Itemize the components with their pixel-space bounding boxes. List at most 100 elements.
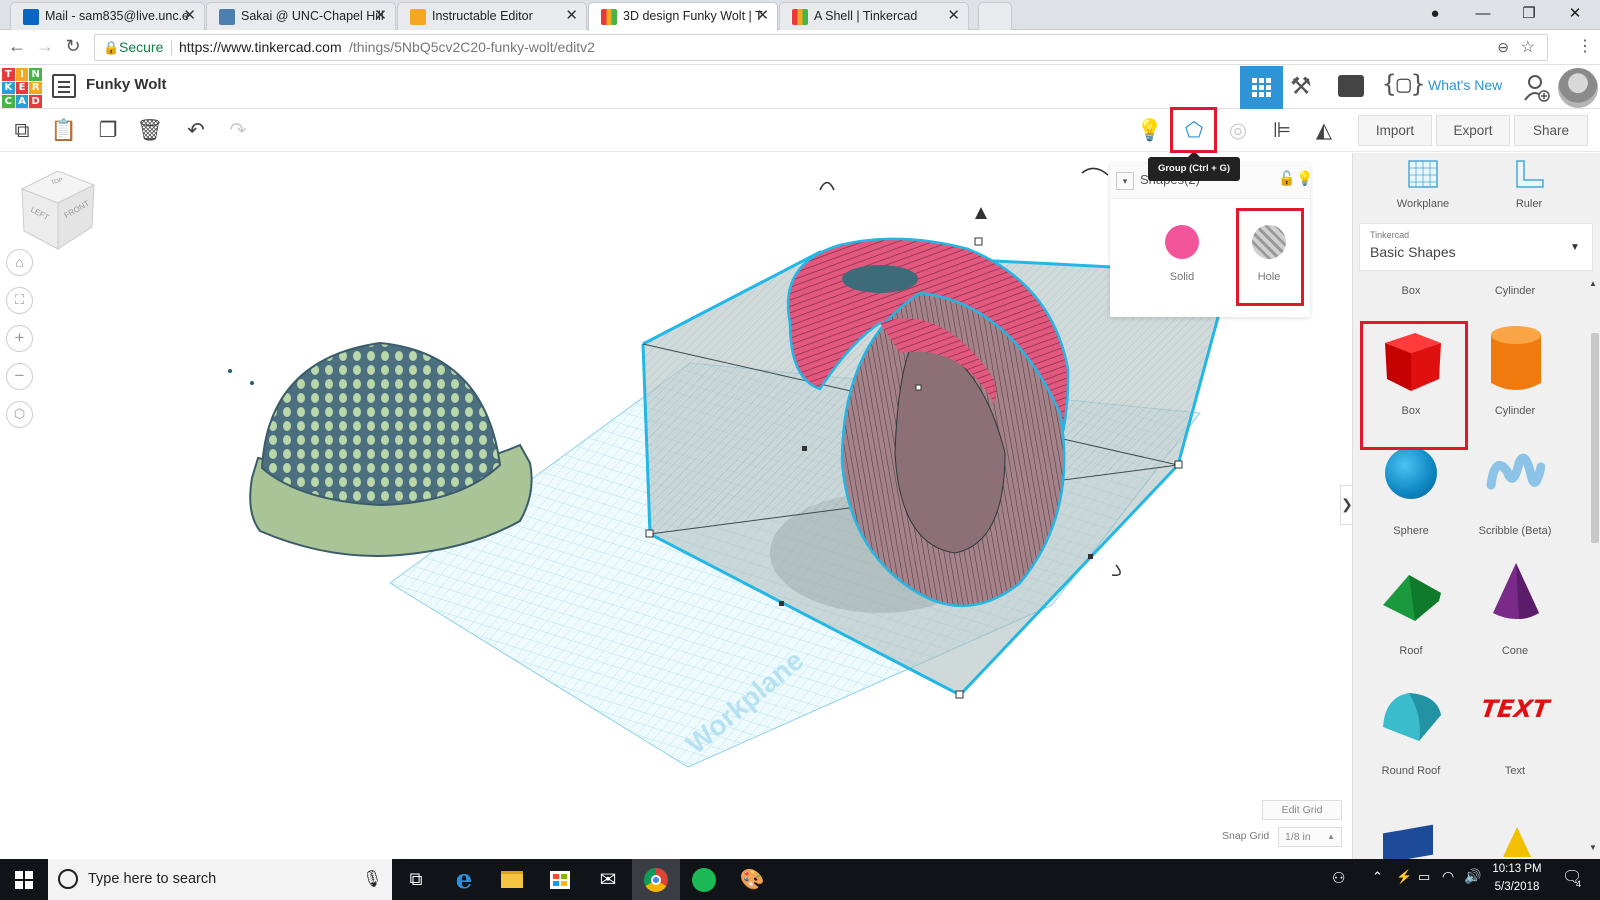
profile-icon[interactable]: ● bbox=[1412, 0, 1458, 28]
forward-icon[interactable]: → bbox=[34, 36, 56, 57]
file-explorer-icon[interactable] bbox=[488, 859, 536, 900]
minimize-button[interactable]: — bbox=[1460, 0, 1506, 28]
shape-box-partial[interactable]: Box bbox=[1361, 275, 1461, 313]
edge-handle[interactable] bbox=[802, 446, 807, 451]
align-icon[interactable]: ⊫ bbox=[1266, 116, 1298, 146]
solid-swatch[interactable] bbox=[1165, 225, 1199, 259]
lift-arrow-icon[interactable] bbox=[975, 207, 987, 219]
export-button[interactable]: Export bbox=[1436, 115, 1510, 146]
scroll-down-icon[interactable]: ▼ bbox=[1589, 843, 1599, 853]
new-tab-button[interactable] bbox=[978, 2, 1012, 30]
copy-icon[interactable]: ⧉ bbox=[6, 116, 38, 146]
close-tab-icon[interactable]: ✕ bbox=[756, 3, 769, 29]
shape-round-roof[interactable]: Round Roof bbox=[1361, 675, 1461, 793]
close-tab-icon[interactable]: ✕ bbox=[565, 3, 578, 29]
shape-cylinder-partial[interactable]: Cylinder bbox=[1465, 275, 1565, 313]
zoom-icon[interactable]: ⊖ bbox=[1497, 35, 1509, 60]
tab-mail[interactable]: Mail - sam835@live.unc.e ✕ bbox=[10, 2, 205, 30]
clock-date[interactable]: 5/3/2018 bbox=[1486, 881, 1548, 893]
zoom-out-icon[interactable]: − bbox=[6, 363, 33, 390]
tab-funky-wolt[interactable]: 3D design Funky Wolt | T ✕ bbox=[588, 2, 778, 31]
fit-view-icon[interactable]: ⛶ bbox=[6, 287, 33, 314]
close-window-button[interactable]: ✕ bbox=[1552, 0, 1598, 28]
network-vpn-icon[interactable]: ⚡ bbox=[1396, 869, 1412, 885]
close-tab-icon[interactable]: ✕ bbox=[183, 3, 196, 29]
store-icon[interactable] bbox=[536, 859, 584, 900]
lock-icon[interactable]: 🔓 bbox=[1278, 170, 1295, 187]
bricks-icon[interactable] bbox=[1338, 75, 1364, 97]
people-icon[interactable]: ⚇ bbox=[1332, 869, 1345, 887]
bookmark-star-icon[interactable]: ☆ bbox=[1521, 35, 1535, 60]
shape-cylinder[interactable]: Cylinder bbox=[1465, 315, 1565, 433]
home-view-icon[interactable]: ⌂ bbox=[6, 249, 33, 276]
edge-handle[interactable] bbox=[1088, 554, 1093, 559]
search-box[interactable]: Type here to search 🎙 bbox=[48, 859, 392, 900]
view-cube[interactable]: TOP LEFT FRONT bbox=[20, 170, 96, 251]
resize-handle[interactable] bbox=[1174, 460, 1183, 469]
panel-toggle-icon[interactable]: ❯ bbox=[1340, 485, 1352, 525]
chrome-menu-icon[interactable]: ⋮ bbox=[1574, 36, 1596, 56]
shape-partial-yellow[interactable] bbox=[1503, 827, 1531, 857]
rotate-handle-icon[interactable] bbox=[819, 181, 835, 191]
tinkercad-logo[interactable]: T I N K E R C A D bbox=[2, 68, 42, 108]
import-button[interactable]: Import bbox=[1358, 115, 1432, 146]
design-list-icon[interactable] bbox=[52, 74, 76, 98]
mirror-icon[interactable]: ◭ bbox=[1308, 116, 1340, 146]
collapse-icon[interactable]: ▾ bbox=[1116, 172, 1134, 190]
spotify-icon[interactable] bbox=[680, 859, 728, 900]
scroll-up-icon[interactable]: ▲ bbox=[1589, 279, 1599, 289]
add-user-icon[interactable] bbox=[1524, 74, 1550, 102]
share-button[interactable]: Share bbox=[1514, 115, 1588, 146]
snap-grid-select[interactable]: 1/8 in ▲ bbox=[1278, 827, 1342, 847]
edit-grid-button[interactable]: Edit Grid bbox=[1262, 800, 1342, 820]
microphone-icon[interactable]: 🎙 bbox=[362, 869, 382, 889]
close-tab-icon[interactable]: ✕ bbox=[374, 3, 387, 29]
zoom-in-icon[interactable]: + bbox=[6, 325, 33, 352]
reload-icon[interactable]: ↻ bbox=[62, 36, 84, 57]
shape-scribble[interactable]: Scribble (Beta) bbox=[1465, 435, 1565, 553]
perspective-icon[interactable]: ⬡ bbox=[6, 401, 33, 428]
resize-handle[interactable] bbox=[955, 690, 964, 699]
clock-time[interactable]: 10:13 PM bbox=[1486, 863, 1548, 875]
library-select[interactable]: Tinkercad Basic Shapes ▼ bbox=[1359, 223, 1593, 271]
dome-shape[interactable] bbox=[249, 341, 533, 557]
lightbulb-icon[interactable]: 💡 bbox=[1296, 170, 1313, 187]
solid-label[interactable]: Solid bbox=[1162, 271, 1202, 283]
ruler-icon[interactable] bbox=[1513, 159, 1545, 189]
lightbulb-icon[interactable]: 💡 bbox=[1134, 116, 1166, 146]
design-title[interactable]: Funky Wolt bbox=[86, 76, 167, 93]
volume-icon[interactable]: 🔊 bbox=[1464, 868, 1481, 885]
shape-roof[interactable]: Roof bbox=[1361, 555, 1461, 673]
undo-icon[interactable]: ↶ bbox=[180, 116, 212, 146]
shape-partial-blue[interactable] bbox=[1383, 824, 1433, 859]
rotate-handle-icon[interactable] bbox=[1081, 167, 1109, 176]
tab-sakai[interactable]: Sakai @ UNC-Chapel Hill ✕ bbox=[206, 2, 396, 30]
avatar[interactable] bbox=[1558, 68, 1598, 108]
chevron-up-icon[interactable]: ⌃ bbox=[1372, 869, 1383, 885]
battery-icon[interactable]: ▭ bbox=[1418, 869, 1430, 885]
shape-cone[interactable]: Cone bbox=[1465, 555, 1565, 673]
edge-handle[interactable] bbox=[779, 601, 784, 606]
minecraft-pickaxe-icon[interactable]: ⚒ bbox=[1290, 72, 1312, 101]
tab-instructables[interactable]: Instructable Editor ✕ bbox=[397, 2, 587, 30]
windows-start-icon[interactable] bbox=[0, 859, 48, 900]
wifi-icon[interactable]: ◠ bbox=[1442, 868, 1454, 885]
rotate-handle-icon[interactable] bbox=[1111, 564, 1121, 577]
shape-sphere[interactable]: Sphere bbox=[1361, 435, 1461, 553]
ungroup-icon[interactable]: ◎ bbox=[1222, 116, 1254, 146]
back-icon[interactable]: ← bbox=[6, 36, 28, 57]
3d-view-icon[interactable] bbox=[1240, 66, 1283, 109]
center-handle[interactable] bbox=[915, 384, 922, 391]
tab-shell[interactable]: A Shell | Tinkercad ✕ bbox=[779, 2, 969, 30]
task-view-icon[interactable]: ⧉ bbox=[392, 859, 440, 900]
workplane-label[interactable]: Workplane bbox=[1373, 198, 1473, 210]
url-field[interactable]: 🔒 Secure https://www.tinkercad.com /thin… bbox=[94, 34, 1548, 61]
maximize-button[interactable]: ❐ bbox=[1506, 0, 1552, 28]
ruler-label[interactable]: Ruler bbox=[1479, 198, 1579, 210]
paste-icon[interactable]: 📋 bbox=[48, 116, 80, 146]
duplicate-icon[interactable]: ❐ bbox=[92, 116, 124, 146]
workplane-icon[interactable] bbox=[1407, 159, 1439, 189]
chrome-icon[interactable] bbox=[632, 859, 680, 900]
mail-icon[interactable]: ✉ bbox=[584, 859, 632, 900]
3d-viewport[interactable]: Workplane TOP LEFT FRONT ⌂ ⛶ + − ⬡ ▾ 🔓 💡… bbox=[0, 153, 1352, 859]
